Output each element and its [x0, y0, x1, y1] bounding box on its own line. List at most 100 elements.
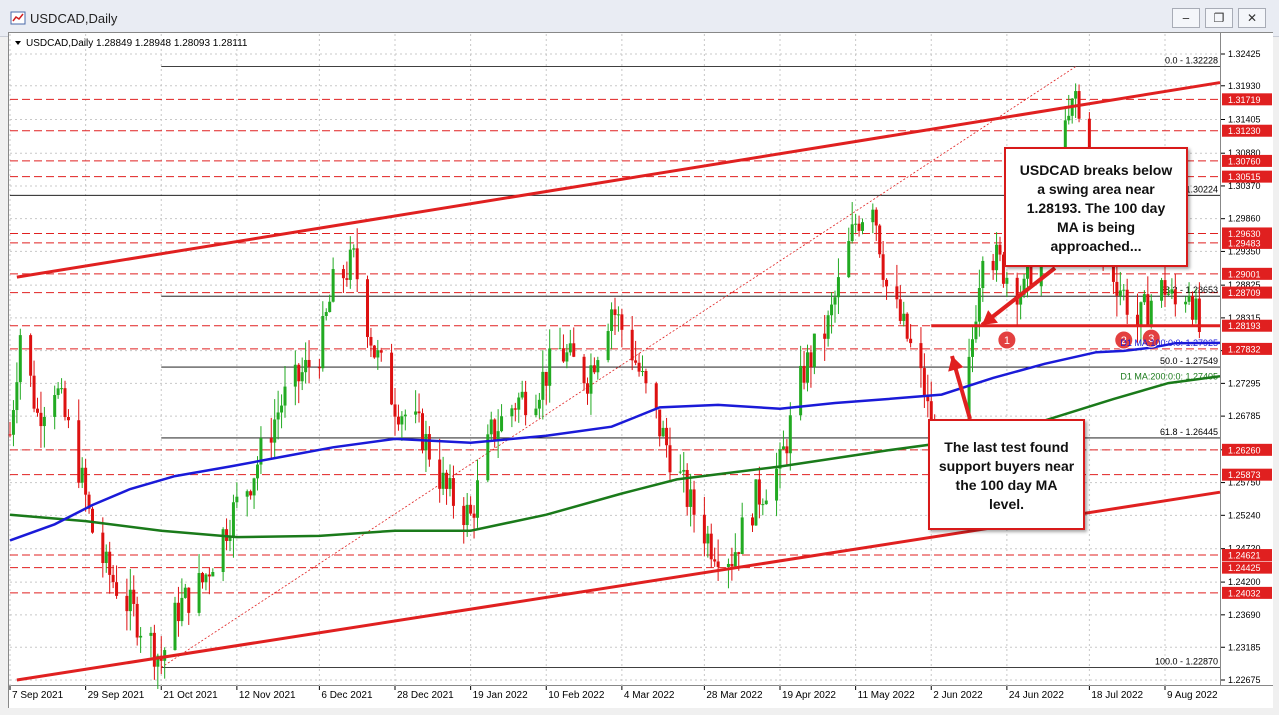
- candle-body: [396, 416, 400, 425]
- candle-body: [390, 352, 394, 405]
- candle-body: [256, 464, 259, 479]
- candle-body: [737, 552, 741, 555]
- candle-body: [176, 602, 180, 622]
- candle-body: [874, 209, 878, 226]
- candle-body: [785, 446, 789, 454]
- candle-body: [565, 352, 569, 362]
- candle-body: [101, 532, 105, 563]
- candle-body: [1173, 289, 1177, 305]
- candle-body: [713, 559, 717, 562]
- candle-body: [520, 391, 524, 398]
- candle-body: [517, 397, 521, 410]
- candle-body: [730, 563, 734, 567]
- x-tick-label: 4 Mar 2022: [624, 690, 675, 701]
- marker-label: 1: [1004, 335, 1010, 347]
- candle-body: [761, 504, 765, 506]
- y-tick-label: 1.24200: [1228, 577, 1261, 587]
- candle-body: [139, 635, 143, 638]
- candle-body: [757, 479, 761, 505]
- candle-body: [63, 388, 67, 418]
- candle-body: [513, 408, 517, 410]
- candle-body: [668, 445, 672, 473]
- candle-body: [995, 244, 999, 271]
- level-label: 1.29483: [1228, 238, 1261, 248]
- candle-body: [111, 574, 115, 583]
- candle-body: [304, 359, 308, 373]
- x-tick-label: 12 Nov 2021: [239, 690, 296, 701]
- candle-body: [352, 248, 356, 250]
- candle-body: [885, 279, 889, 287]
- x-tick-label: 21 Oct 2021: [163, 690, 218, 701]
- candle-body: [878, 225, 882, 255]
- candle-body: [331, 269, 335, 302]
- candle-body: [823, 333, 827, 339]
- candle-body: [616, 314, 620, 316]
- candle-body: [733, 552, 737, 567]
- candle-body: [445, 472, 449, 489]
- candle-body: [183, 587, 187, 598]
- candle-body: [665, 427, 669, 446]
- candle-body: [283, 386, 287, 406]
- candle-body: [32, 375, 36, 409]
- annotation-support-text: The last test found support buyers near …: [938, 439, 1075, 512]
- chart-window: USDCAD,Daily ‒ ❐ ✕ 0.0 - 1.32228 1.30224 3…: [0, 0, 1279, 715]
- y-tick-label: 1.27295: [1228, 378, 1261, 388]
- support-callout-arrow-head: [948, 356, 964, 372]
- x-tick-label: 6 Dec 2021: [321, 690, 373, 701]
- candle-body: [857, 223, 861, 231]
- candle-body: [572, 343, 576, 357]
- candle-body: [610, 309, 614, 332]
- candle-body: [751, 517, 754, 526]
- candle-body: [716, 561, 720, 567]
- candle-body: [524, 391, 528, 416]
- fib-label: 1.30224: [1185, 184, 1218, 194]
- candle-body: [534, 408, 538, 416]
- candle-body: [661, 427, 665, 437]
- candle-body: [788, 415, 792, 454]
- chart-dropdown-icon[interactable]: [15, 41, 21, 45]
- candle-body: [613, 309, 617, 316]
- candle-body: [104, 551, 108, 563]
- candle-body: [108, 551, 112, 575]
- candle-body: [706, 533, 710, 544]
- candle-body: [634, 360, 638, 363]
- x-tick-label: 11 May 2022: [858, 690, 916, 701]
- level-label: 1.28193: [1228, 321, 1261, 331]
- candle-body: [376, 350, 380, 358]
- candle-body: [180, 597, 184, 622]
- candle-body: [465, 504, 469, 526]
- candle-body: [1139, 302, 1143, 327]
- candle-body: [345, 278, 349, 280]
- y-tick-label: 1.29860: [1228, 214, 1261, 224]
- candle-body: [53, 395, 57, 417]
- candle-body: [173, 602, 177, 651]
- candle-body: [541, 371, 545, 400]
- candle-body: [658, 409, 662, 437]
- candle-body: [1146, 294, 1150, 325]
- candle-body: [568, 343, 572, 353]
- candle-body: [709, 533, 713, 560]
- candle-body: [438, 459, 442, 489]
- candle-body: [833, 297, 837, 305]
- candle-body: [211, 572, 215, 577]
- fib-label: 0.0 - 1.32228: [1165, 56, 1218, 66]
- candle-body: [919, 343, 923, 369]
- candle-body: [596, 360, 600, 373]
- annotation-break-below: USDCAD breaks below a swing area near 1.…: [1004, 147, 1188, 267]
- candle-body: [806, 352, 809, 383]
- fib-label: 50.0 - 1.27549: [1160, 356, 1218, 366]
- candle-body: [781, 446, 785, 450]
- candle-body: [830, 304, 834, 316]
- candle-body: [1005, 277, 1009, 284]
- candle-body: [764, 500, 768, 505]
- candle-body: [231, 502, 235, 537]
- candle-body: [297, 364, 301, 382]
- candle-body: [441, 472, 445, 489]
- candle-body: [476, 480, 479, 518]
- candle-body: [207, 574, 211, 577]
- ma-label: D1 MA:100:0:0: 1.27925: [1120, 338, 1218, 348]
- candle-body: [812, 333, 816, 368]
- candle-body: [1067, 115, 1071, 121]
- level-label: 1.24032: [1228, 588, 1261, 598]
- x-tick-label: 28 Dec 2021: [397, 690, 454, 701]
